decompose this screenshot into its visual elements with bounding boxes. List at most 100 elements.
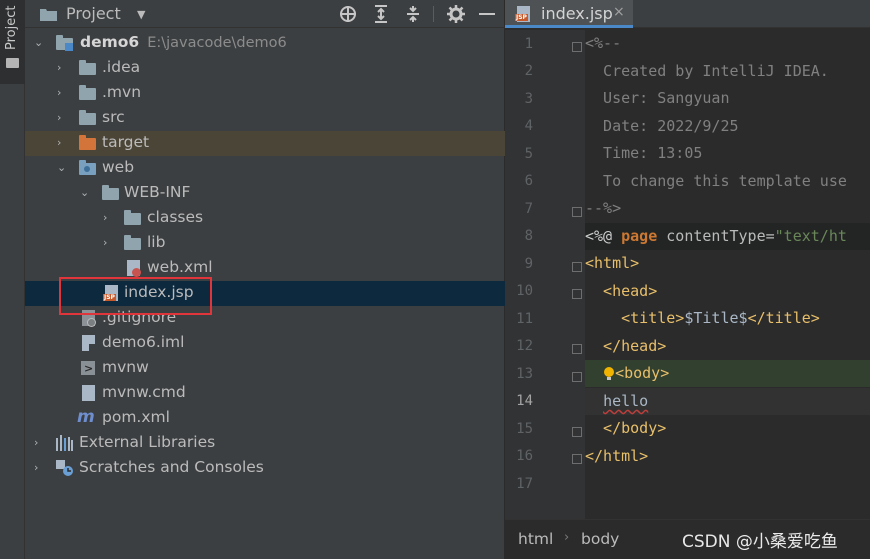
tree-item-target[interactable]: › target xyxy=(25,131,505,156)
chevron-right-icon[interactable]: › xyxy=(103,211,115,225)
tree-item-label: External Libraries xyxy=(79,433,216,451)
locate-icon[interactable] xyxy=(338,4,358,24)
line-number: 6 xyxy=(524,173,533,189)
fold-marker-icon[interactable] xyxy=(572,207,582,217)
chevron-right-icon[interactable]: › xyxy=(57,111,69,125)
code-line: <title>$Title$</title> xyxy=(585,309,820,327)
chevron-down-icon[interactable]: ⌄ xyxy=(57,161,69,175)
folder-icon xyxy=(6,58,19,68)
chevron-right-icon[interactable]: › xyxy=(103,236,115,250)
tree-item-mvnw-cmd[interactable]: mvnw.cmd xyxy=(25,381,505,406)
chevron-down-icon[interactable]: ▼ xyxy=(137,8,145,21)
folder-icon xyxy=(124,235,142,251)
tree-item-label: web.xml xyxy=(147,258,213,276)
code-area[interactable]: <%-- Created by IntelliJ IDEA. User: San… xyxy=(585,30,870,519)
chevron-right-icon[interactable]: › xyxy=(34,436,46,450)
watermark: CSDN @小桑爱吃鱼 xyxy=(682,532,838,552)
scratches-icon xyxy=(56,460,74,476)
tree-item-pom-xml[interactable]: m pom.xml xyxy=(25,406,505,431)
code-line: Created by IntelliJ IDEA. xyxy=(585,62,829,80)
tree-item-mvn[interactable]: › .mvn xyxy=(25,81,505,106)
folder-icon xyxy=(124,210,142,226)
project-panel-header: Project ▼ xyxy=(25,0,505,28)
maven-icon: m xyxy=(77,407,95,427)
lightbulb-icon[interactable] xyxy=(603,366,615,381)
file-icon xyxy=(80,385,98,401)
tree-item-lib[interactable]: › lib xyxy=(25,231,505,256)
expand-all-icon[interactable] xyxy=(371,4,391,24)
code-line: <html> xyxy=(585,254,640,272)
line-number: 1 xyxy=(524,36,533,52)
project-panel-title[interactable]: Project xyxy=(66,4,121,23)
project-tool-tab[interactable]: Project xyxy=(0,0,25,84)
fold-marker-icon[interactable] xyxy=(572,427,582,437)
tree-item-label: pom.xml xyxy=(102,408,170,426)
minimize-icon[interactable] xyxy=(477,4,497,24)
tree-item-label: .mvn xyxy=(102,83,142,101)
code-line: <body> xyxy=(585,360,870,387)
chevron-right-icon[interactable]: › xyxy=(57,86,69,100)
tree-item-mvnw[interactable]: > mvnw xyxy=(25,356,505,381)
fold-marker-icon[interactable] xyxy=(572,344,582,354)
tree-item-demo6-iml[interactable]: demo6.iml xyxy=(25,331,505,356)
tree-item-classes[interactable]: › classes xyxy=(25,206,505,231)
fold-marker-icon[interactable] xyxy=(572,289,582,299)
tree-item-label: target xyxy=(102,133,150,151)
tree-item-label: web xyxy=(102,158,135,176)
tab-label: index.jsp xyxy=(541,4,613,23)
line-number: 7 xyxy=(524,201,533,217)
xml-file-icon xyxy=(125,260,143,277)
editor-pane: JSP index.jsp × 1 2 3 4 5 6 7 8 9 10 11 … xyxy=(505,0,870,559)
chevron-down-icon[interactable]: ⌄ xyxy=(80,186,92,200)
code-line: </head> xyxy=(585,337,667,355)
tree-item-label: mvnw.cmd xyxy=(102,383,186,401)
header-divider xyxy=(433,6,434,22)
line-number: 2 xyxy=(524,63,533,79)
tree-item-src[interactable]: › src xyxy=(25,106,505,131)
line-number: 10 xyxy=(516,283,533,299)
code-line: Time: 13:05 xyxy=(585,144,703,162)
folder-icon xyxy=(102,185,120,201)
breadcrumb-item-html[interactable]: html xyxy=(518,530,553,548)
line-number: 17 xyxy=(516,476,533,492)
tree-item-web[interactable]: ⌄ web xyxy=(25,156,505,181)
folder-icon xyxy=(79,85,97,101)
chevron-right-icon[interactable]: › xyxy=(57,136,69,150)
line-number-gutter: 1 2 3 4 5 6 7 8 9 10 11 12 13 14 15 16 1… xyxy=(505,30,585,519)
tree-item-label: .idea xyxy=(102,58,141,76)
fold-marker-icon[interactable] xyxy=(572,42,582,52)
breadcrumb-item-body[interactable]: body xyxy=(581,530,619,548)
chevron-right-icon[interactable]: › xyxy=(57,61,69,75)
tree-item-web-inf[interactable]: ⌄ WEB-INF xyxy=(25,181,505,206)
project-tool-tab-label: Project xyxy=(4,5,19,50)
web-folder-icon xyxy=(79,160,97,176)
chevron-down-icon[interactable]: ⌄ xyxy=(34,36,46,50)
tree-item-label: WEB-INF xyxy=(124,183,191,201)
tree-item-label: classes xyxy=(147,208,204,226)
project-path: E:\javacode\demo6 xyxy=(147,35,287,51)
tab-index-jsp[interactable]: JSP index.jsp × xyxy=(505,0,633,28)
line-number: 12 xyxy=(516,338,533,354)
tool-window-strip: Project xyxy=(0,0,25,559)
line-number: 15 xyxy=(516,421,533,437)
gear-icon[interactable] xyxy=(446,4,466,24)
fold-marker-icon[interactable] xyxy=(572,454,582,464)
collapse-all-icon[interactable] xyxy=(403,4,423,24)
chevron-right-icon: › xyxy=(564,530,570,545)
tree-item-label: demo6 xyxy=(80,33,140,51)
tree-item-idea[interactable]: › .idea xyxy=(25,56,505,81)
tree-item-scratches[interactable]: › Scratches and Consoles xyxy=(25,456,505,481)
code-line: <head> xyxy=(585,282,658,300)
line-number: 11 xyxy=(516,311,533,327)
close-icon[interactable]: × xyxy=(613,4,625,20)
tree-item-demo6[interactable]: ⌄ demo6 E:\javacode\demo6 xyxy=(25,31,505,56)
libraries-icon xyxy=(56,435,74,451)
tree-item-external-libraries[interactable]: › External Libraries xyxy=(25,431,505,456)
fold-marker-icon[interactable] xyxy=(572,262,582,272)
chevron-right-icon[interactable]: › xyxy=(34,461,46,475)
line-number: 4 xyxy=(524,118,533,134)
folder-icon xyxy=(79,110,97,126)
jsp-file-icon: JSP xyxy=(515,6,530,22)
fold-marker-icon[interactable] xyxy=(572,372,582,382)
line-number: 8 xyxy=(524,228,533,244)
